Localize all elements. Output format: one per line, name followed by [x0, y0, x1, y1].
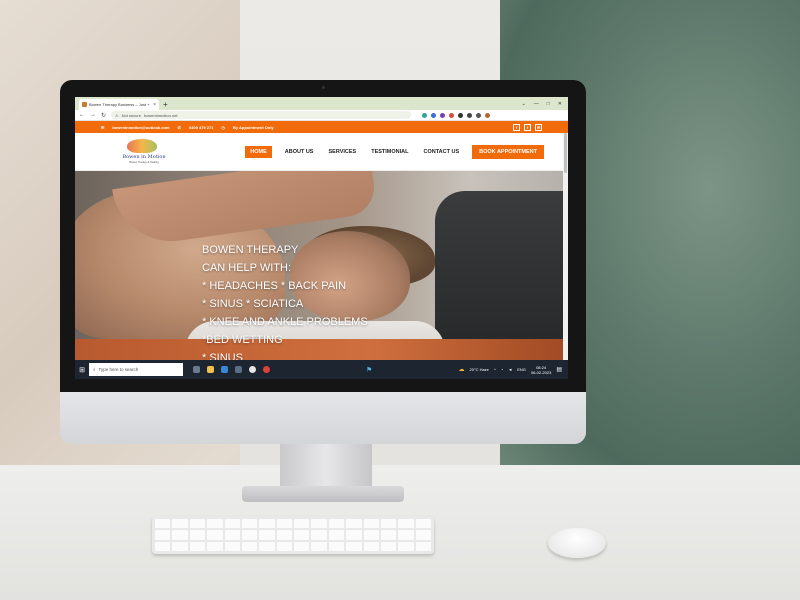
site-header: Bowen in Motion Bowen Therapy & Healing … — [75, 133, 568, 171]
logo-text: Bowen in Motion — [122, 153, 166, 160]
nav-home[interactable]: HOME — [245, 145, 272, 158]
warning-icon: ⚠ — [115, 112, 119, 118]
address-bar[interactable]: ⚠ Not secure boweninmotion.net — [111, 111, 412, 119]
github-icon[interactable] — [249, 366, 256, 373]
page-scrollbar[interactable] — [563, 133, 568, 360]
taskbar-clock[interactable]: 08:24 06-02-2023 — [531, 365, 551, 375]
mail-app-icon[interactable] — [221, 366, 228, 373]
language-indicator[interactable]: ENG — [517, 367, 526, 372]
topbar-email[interactable]: boweninmotion@outlook.com — [112, 125, 169, 130]
mouse — [548, 528, 606, 558]
chrome-icon[interactable] — [263, 366, 270, 373]
task-view-icon[interactable] — [193, 366, 200, 373]
hero-line: *BED WETTING — [202, 334, 283, 346]
screen: Bowen Therapy Business – Just + × + ⌄ — … — [75, 97, 568, 379]
hero-image-therapist — [435, 191, 568, 362]
hero-text: BOWEN THERAPY CAN HELP WITH: * HEADACHES… — [202, 241, 368, 362]
book-appointment-button[interactable]: BOOK APPOINTMENT — [472, 144, 544, 159]
clock-date: 06-02-2023 — [530, 369, 552, 375]
hero-line: * SINUS * SCIATICA — [202, 298, 304, 310]
file-explorer-icon[interactable] — [207, 366, 214, 373]
extension-icon[interactable] — [467, 112, 473, 118]
nav-about-us[interactable]: ABOUT US — [283, 146, 316, 158]
minimize-button[interactable]: — — [534, 99, 539, 110]
security-label: Not secure — [121, 112, 141, 118]
nav-testimonial[interactable]: TESTIMONIAL — [369, 146, 410, 158]
close-window-button[interactable]: ✕ — [558, 99, 562, 110]
email-icon[interactable]: ✉ — [535, 123, 542, 131]
topbar-phone[interactable]: 0409 479 271 — [189, 125, 213, 130]
phone-icon: ✆ — [177, 124, 181, 130]
monitor-stand — [280, 444, 372, 488]
browser-tab[interactable]: Bowen Therapy Business – Just + × — [79, 99, 159, 110]
social-links: f f ✉ — [513, 123, 542, 131]
hero-line: * HEADACHES * BACK PAIN — [202, 280, 347, 292]
nav-services[interactable]: SERVICES — [326, 146, 358, 158]
browser-tabstrip: Bowen Therapy Business – Just + × + ⌄ — … — [75, 97, 568, 110]
windows-start-icon[interactable]: ⊞ — [75, 360, 89, 379]
site-logo[interactable]: Bowen in Motion Bowen Therapy & Healing — [119, 137, 169, 167]
hero-line: CAN HELP WITH: — [202, 262, 292, 274]
facebook-icon[interactable]: f — [513, 123, 520, 131]
browser-toolbar: ← → ↻ ⚠ Not secure boweninmotion.net — [75, 110, 568, 121]
extension-icon[interactable] — [431, 112, 437, 118]
nav-contact-us[interactable]: CONTACT US — [421, 146, 461, 158]
favicon-icon — [82, 102, 87, 107]
extension-icon[interactable] — [458, 112, 464, 118]
search-placeholder: Type here to search — [98, 367, 139, 372]
store-icon[interactable] — [235, 366, 242, 373]
reload-icon[interactable]: ↻ — [101, 112, 106, 119]
hero-line: BOWEN THERAPY — [202, 244, 299, 256]
logo-subtitle: Bowen Therapy & Healing — [129, 160, 159, 164]
logo-swirl-icon — [127, 138, 157, 153]
monitor-stand-base — [242, 486, 404, 502]
notification-icon[interactable]: ▤ — [556, 366, 562, 373]
extension-icon[interactable] — [422, 112, 428, 118]
volume-icon[interactable]: ◄ — [508, 367, 512, 372]
taskbar: ⊞ ⌕ Type here to search ⚑ ☁ 20°C Haze ^ … — [75, 360, 568, 379]
extension-icon[interactable] — [440, 112, 446, 118]
extension-icon[interactable] — [476, 112, 482, 118]
url-text: boweninmotion.net — [143, 112, 178, 118]
search-icon: ⌕ — [93, 367, 96, 372]
extension-icons — [422, 112, 491, 118]
new-tab-button[interactable]: + — [163, 99, 168, 110]
taskbar-search[interactable]: ⌕ Type here to search — [89, 363, 183, 376]
weather-icon: ☁ — [458, 367, 465, 373]
back-icon[interactable]: ← — [79, 112, 85, 118]
maximize-button[interactable]: □ — [547, 99, 550, 110]
taskbar-apps — [193, 366, 270, 373]
weather-text[interactable]: 20°C Haze — [470, 367, 489, 372]
topbar-appointment: By Appointment Only — [232, 124, 274, 130]
tab-search-icon[interactable]: ⌄ — [522, 99, 526, 110]
scrollbar-thumb[interactable] — [564, 133, 567, 173]
wifi-icon[interactable]: ◔ — [501, 367, 503, 372]
mail-icon: ✉ — [101, 124, 105, 130]
facebook-icon[interactable]: f — [524, 123, 531, 131]
site-topbar: ✉ boweninmotion@outlook.com ✆ 0409 479 2… — [75, 121, 568, 133]
tray-chevron-icon[interactable]: ^ — [494, 367, 496, 372]
tab-title: Bowen Therapy Business – Just + — [89, 102, 150, 107]
clock-icon: ◷ — [221, 124, 225, 130]
hero-line: * KNEE AND ANKLE PROBLEMS — [202, 316, 368, 328]
profile-icon[interactable] — [485, 112, 491, 118]
window-controls: ⌄ — □ ✕ — [522, 99, 568, 110]
keyboard — [152, 516, 434, 554]
hero-section: BOWEN THERAPY CAN HELP WITH: * HEADACHES… — [75, 171, 568, 362]
system-tray: ☁ 20°C Haze ^ ◔ ◄ ENG 08:24 06-02-2023 ▤ — [459, 365, 568, 375]
forward-icon[interactable]: → — [90, 112, 96, 118]
tab-close-icon[interactable]: × — [153, 102, 156, 108]
vpn-icon[interactable]: ⚑ — [366, 366, 372, 374]
extension-icon[interactable] — [449, 112, 455, 118]
monitor-chin — [60, 392, 586, 444]
main-nav: HOME ABOUT US SERVICES TESTIMONIAL CONTA… — [245, 144, 544, 159]
camera — [322, 86, 325, 89]
